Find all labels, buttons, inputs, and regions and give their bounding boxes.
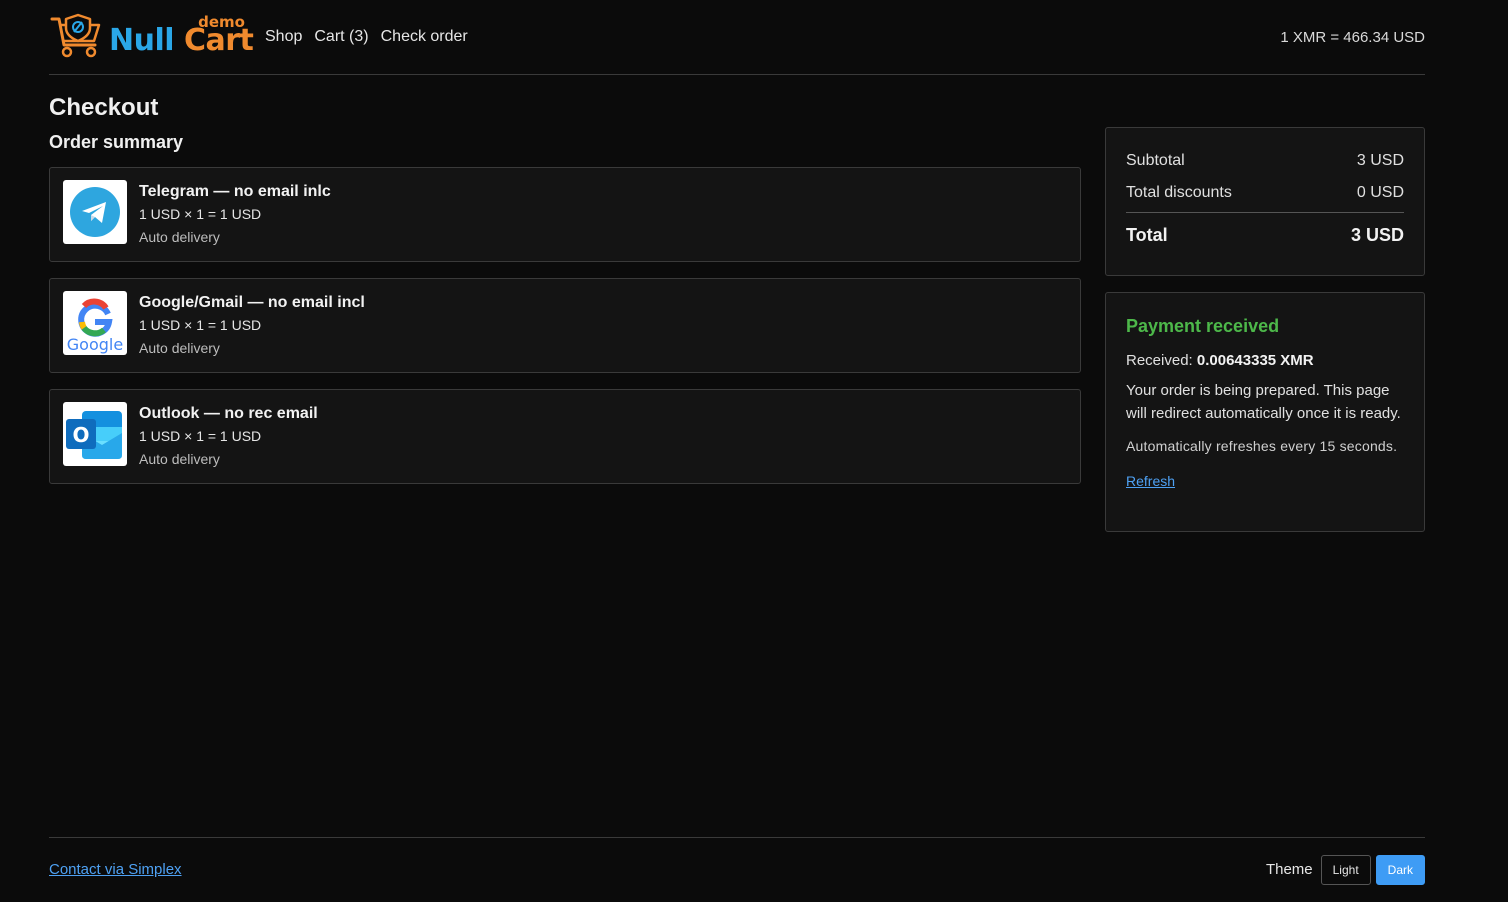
brand-name-cart: Cart [183,23,254,58]
svg-text:O: O [72,423,89,447]
checkout-main: Order summary Telegram — no email inlc 1… [49,127,1425,532]
telegram-icon [70,187,120,237]
refresh-link[interactable]: Refresh [1126,473,1175,489]
order-summary-title: Order summary [49,132,184,152]
payment-message: Your order is being prepared. This page … [1126,382,1401,422]
contact-simplex-link[interactable]: Contact via Simplex [49,861,182,878]
total-row: Total 3 USD [1126,221,1404,249]
item-name: Outlook — no rec email [139,405,318,422]
brand-name-null: Null [109,23,175,58]
shopping-cart-icon [50,13,101,58]
discounts-row: Total discounts 0 USD [1126,180,1404,206]
item-price-line: 1 USD × 1 = 1 USD [139,317,262,333]
exchange-rate: 1 XMR = 466.34 USD [1280,28,1425,46]
order-item: Google Google/Gmail — no email incl 1 US… [49,278,1081,373]
brand-logo[interactable]: demo Null Cart [49,12,254,62]
theme-dark-button[interactable]: Dark [1375,854,1425,885]
order-item: O Outlook — no rec email 1 USD × 1 = 1 U… [49,389,1081,484]
discounts-label: Total discounts [1126,184,1232,201]
product-thumbnail: Google [63,291,127,355]
item-name: Telegram — no email inlc [139,183,331,200]
received-label: Received: [1126,352,1193,369]
order-item: Telegram — no email inlc 1 USD × 1 = 1 U… [49,167,1081,262]
order-summary-section: Order summary Telegram — no email inlc 1… [49,127,1081,532]
product-thumbnail: O [63,402,127,466]
site-header: demo Null Cart Shop Cart (3) Check order… [49,0,1425,75]
brand-name: Null Cart [109,23,254,58]
outlook-icon: O [66,411,122,459]
item-details: Telegram — no email inlc 1 USD × 1 = 1 U… [139,180,331,249]
subtotal-value: 3 USD [1356,152,1404,169]
total-value: 3 USD [1350,225,1404,245]
page-container: demo Null Cart Shop Cart (3) Check order… [49,0,1425,532]
item-name: Google/Gmail — no email incl [139,294,365,311]
main-nav: Shop Cart (3) Check order [265,28,468,46]
page-title: Checkout [49,94,159,121]
subtotal-row: Subtotal 3 USD [1126,148,1404,174]
item-price-line: 1 USD × 1 = 1 USD [139,206,262,222]
nav-check-order[interactable]: Check order [381,28,468,46]
totals-divider [1126,212,1404,213]
payment-status-card: Payment received Received: 0.00643335 XM… [1105,292,1425,532]
totals-card: Subtotal 3 USD Total discounts 0 USD Tot… [1105,127,1425,276]
theme-label: Theme [1265,861,1313,878]
theme-light-button[interactable]: Light [1320,854,1371,885]
payment-received: Received: 0.00643335 XMR [1126,351,1404,371]
auto-refresh-note: Automatically refreshes every 15 seconds… [1126,438,1398,454]
nav-cart[interactable]: Cart (3) [314,28,368,46]
sidebar: Subtotal 3 USD Total discounts 0 USD Tot… [1105,127,1425,532]
theme-switcher: Theme Light Dark [1265,854,1425,885]
nav-shop[interactable]: Shop [265,28,302,46]
subtotal-label: Subtotal [1126,152,1185,169]
item-details: Google/Gmail — no email incl 1 USD × 1 =… [139,291,365,360]
item-details: Outlook — no rec email 1 USD × 1 = 1 USD… [139,402,318,471]
google-icon: Google [67,298,123,354]
total-label: Total [1126,225,1168,245]
brand-wordmark: demo Null Cart [109,14,254,60]
payment-status-title: Payment received [1126,316,1280,336]
item-delivery: Auto delivery [139,229,220,245]
site-footer: Contact via Simplex Theme Light Dark [49,837,1425,901]
item-delivery: Auto delivery [139,340,220,356]
received-amount: 0.00643335 XMR [1196,352,1314,369]
item-delivery: Auto delivery [139,451,220,467]
discounts-value: 0 USD [1356,184,1404,201]
product-thumbnail [63,180,127,244]
item-price-line: 1 USD × 1 = 1 USD [139,428,262,444]
svg-text:Google: Google [67,335,123,354]
